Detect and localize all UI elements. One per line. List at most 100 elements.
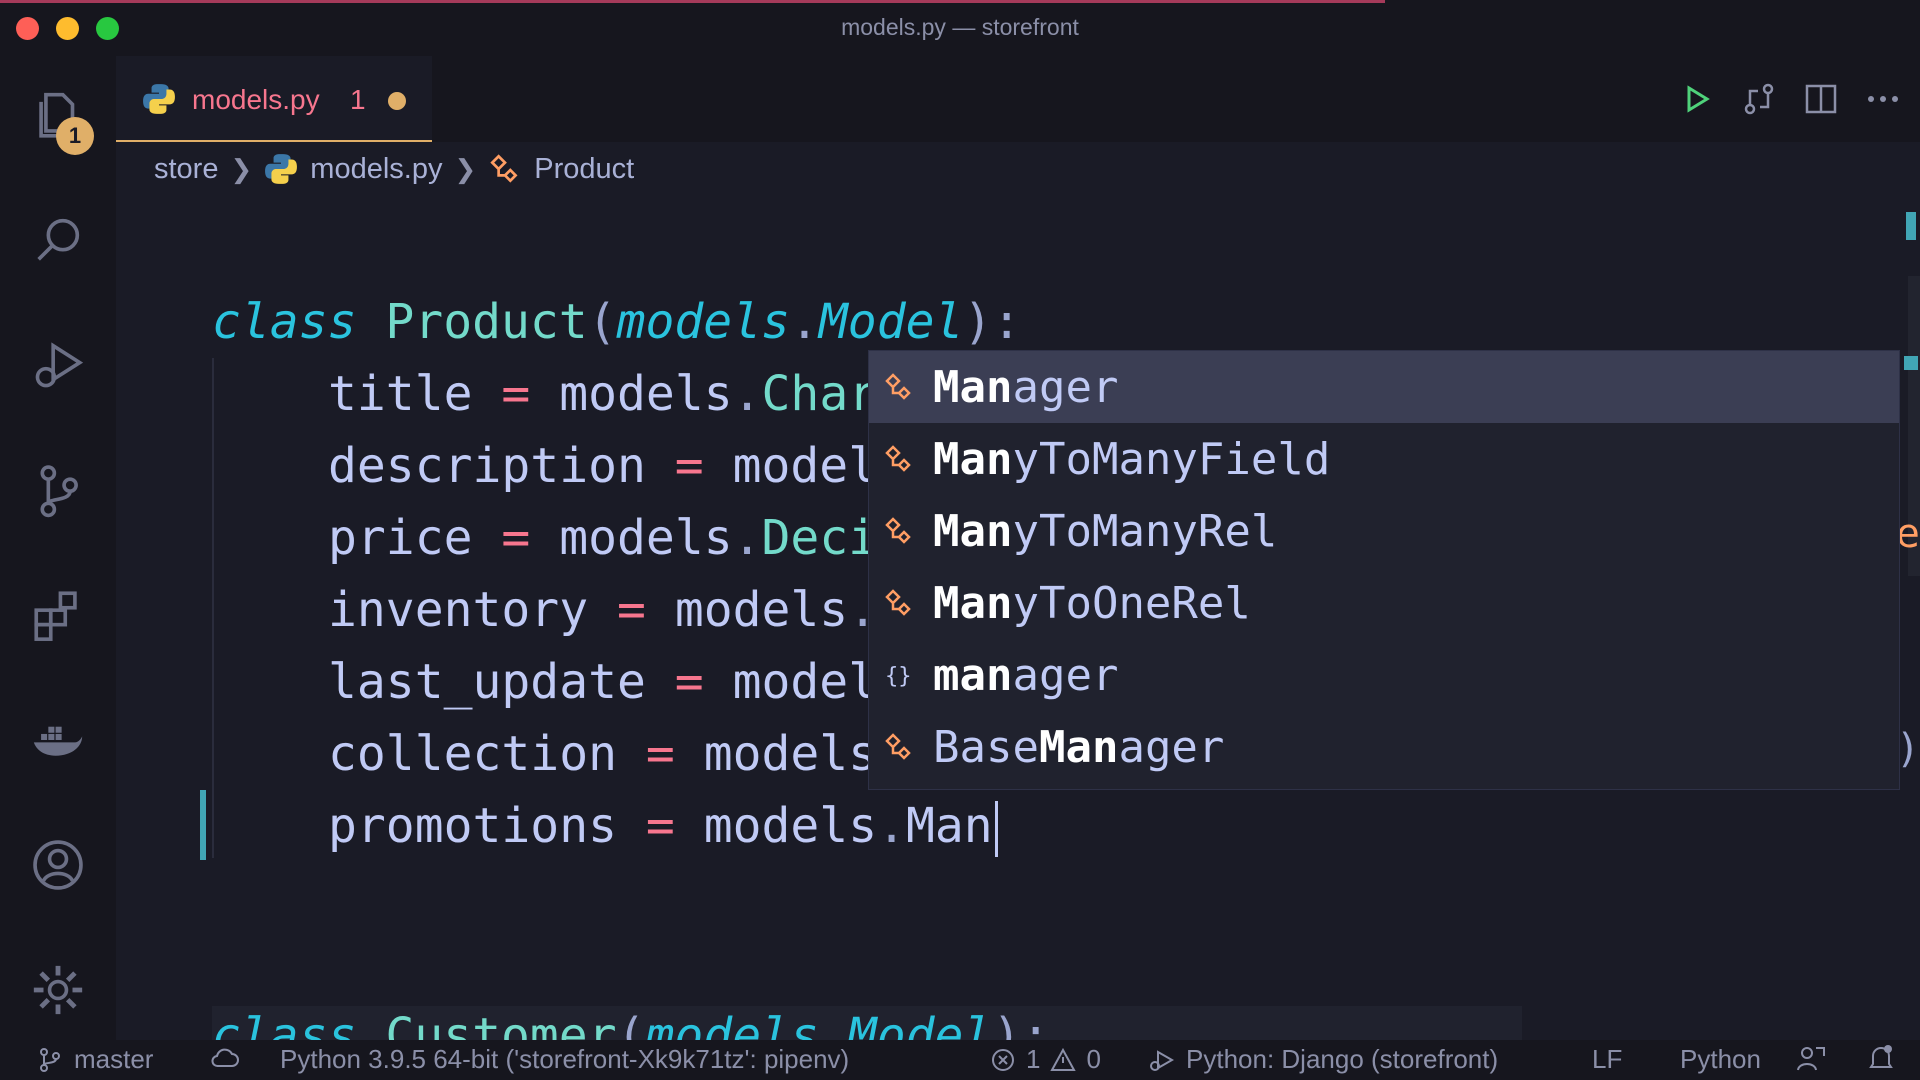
window-title: models.py — storefront: [841, 14, 1079, 40]
tab-models-py[interactable]: models.py 1: [116, 56, 432, 142]
source-control-button[interactable]: [24, 456, 92, 524]
suggestion-item[interactable]: Manager: [869, 351, 1899, 423]
operator-token: =: [674, 438, 704, 494]
error-count: 1: [1026, 1044, 1041, 1074]
notifications-button[interactable]: [1868, 1044, 1904, 1072]
cloud-upload-icon: [211, 1048, 239, 1067]
warning-icon: [1050, 1047, 1077, 1071]
suggestion-item[interactable]: ManyToManyField: [869, 423, 1899, 495]
debug-configuration[interactable]: Python: Django (storefront): [1148, 1044, 1498, 1075]
docker-button[interactable]: [24, 706, 92, 774]
branch-indicator[interactable]: master: [36, 1044, 153, 1075]
editor-actions: [1660, 56, 1920, 142]
dot-token: .: [732, 366, 762, 422]
live-share-button[interactable]: [1796, 1044, 1836, 1072]
operator-token: =: [645, 798, 675, 854]
compare-changes-icon: [1744, 83, 1774, 115]
split-editor-button[interactable]: [1798, 76, 1844, 122]
breadcrumb-folder[interactable]: store: [154, 153, 218, 186]
run-debug-button[interactable]: [24, 331, 92, 399]
branch-icon: [40, 1047, 60, 1072]
accounts-button[interactable]: [24, 831, 92, 899]
class-icon: [879, 727, 919, 767]
source-control-icon: [40, 465, 78, 518]
bell-icon: [1869, 1045, 1893, 1068]
play-icon: [1687, 85, 1710, 113]
class-name-token: Product: [385, 294, 588, 350]
variable-token: inventory: [328, 582, 589, 638]
variable-token: last_update: [328, 654, 646, 710]
account-icon: [33, 840, 83, 890]
variable-token: collection: [328, 726, 617, 782]
typed-token: Man: [906, 798, 993, 854]
object-token: models: [703, 726, 878, 782]
paren-token: (: [587, 294, 617, 350]
more-actions-button[interactable]: [1860, 76, 1906, 122]
variable-token: description: [328, 438, 646, 494]
suggestion-item[interactable]: BaseManager: [869, 711, 1899, 783]
split-editor-icon: [1805, 84, 1837, 114]
warning-count: 0: [1086, 1044, 1101, 1074]
language-mode[interactable]: Python: [1680, 1044, 1761, 1075]
dot-token: .: [732, 510, 762, 566]
settings-button[interactable]: [24, 956, 92, 1024]
python-file-icon: [143, 84, 175, 114]
open-changes-button[interactable]: [1736, 76, 1782, 122]
object-token: models: [703, 798, 878, 854]
breadcrumb-symbol[interactable]: Product: [534, 153, 634, 186]
suggestion-label: BaseManager: [933, 721, 1225, 773]
suggestion-item[interactable]: {} manager: [869, 639, 1899, 711]
object-token: model: [732, 654, 878, 710]
object-token: models: [559, 510, 733, 566]
paren-token: ):: [963, 294, 1022, 350]
variable-token: price: [328, 510, 473, 566]
suggestion-label: ManyToManyField: [933, 433, 1331, 485]
search-button[interactable]: [24, 206, 92, 274]
suggestion-label: Manager: [933, 361, 1119, 413]
error-icon: [992, 1048, 1014, 1071]
suggestion-label: manager: [933, 649, 1119, 701]
code-line: title = models.Char: [328, 358, 877, 430]
debug-icon: [1150, 1049, 1175, 1071]
variable-token: promotions: [328, 798, 617, 854]
base-class-token: Model: [818, 294, 964, 350]
class-icon: [879, 367, 919, 407]
sync-button[interactable]: [210, 1044, 250, 1070]
suggestion-item[interactable]: ManyToManyRel: [869, 495, 1899, 567]
object-token: model: [732, 438, 878, 494]
suggestion-label: ManyToManyRel: [933, 505, 1278, 557]
scrollbar-change-marker: [1904, 356, 1918, 370]
status-bar: master Python 3.9.5 64-bit ('storefront-…: [0, 1040, 1920, 1080]
suggestion-label: ManyToOneRel: [933, 577, 1251, 629]
activity-bar: 1: [0, 56, 116, 1040]
tab-problem-count: 1: [350, 84, 366, 115]
scrollbar-change-marker: [1906, 212, 1916, 240]
operator-token: =: [501, 366, 531, 422]
breadcrumb: store ❯ models.py ❯ Product: [116, 142, 1920, 196]
end-of-line[interactable]: LF: [1592, 1044, 1622, 1075]
code-line-current: promotions = models.Man: [328, 790, 998, 862]
python-interpreter[interactable]: Python 3.9.5 64-bit ('storefront-Xk9k71t…: [280, 1044, 849, 1075]
operator-token: =: [501, 510, 531, 566]
operator-token: =: [674, 654, 704, 710]
class-icon: [879, 511, 919, 551]
suggestion-item[interactable]: ManyToOneRel: [869, 567, 1899, 639]
problems-indicator[interactable]: 1 0: [990, 1044, 1101, 1075]
search-icon: [37, 218, 80, 261]
attribute-token: Char: [761, 366, 878, 422]
explorer-badge: 1: [56, 117, 94, 155]
chevron-right-icon: ❯: [230, 153, 253, 184]
eol-label: LF: [1592, 1044, 1623, 1074]
breadcrumb-file[interactable]: models.py: [310, 153, 442, 186]
debug-config-label: Python: Django (storefront): [1186, 1044, 1499, 1074]
attribute-token: Deci: [761, 510, 878, 566]
run-file-button[interactable]: [1674, 76, 1720, 122]
indent-guide: [212, 358, 214, 858]
run-debug-icon: [35, 342, 84, 388]
extensions-button[interactable]: [24, 581, 92, 649]
vscode-window: models.py — storefront 1 models.py 1 sto…: [0, 0, 1920, 1080]
operator-token: =: [645, 726, 675, 782]
svg-text:{}: {}: [885, 664, 912, 689]
unsaved-dot[interactable]: [388, 92, 406, 110]
language-label: Python: [1680, 1044, 1761, 1074]
